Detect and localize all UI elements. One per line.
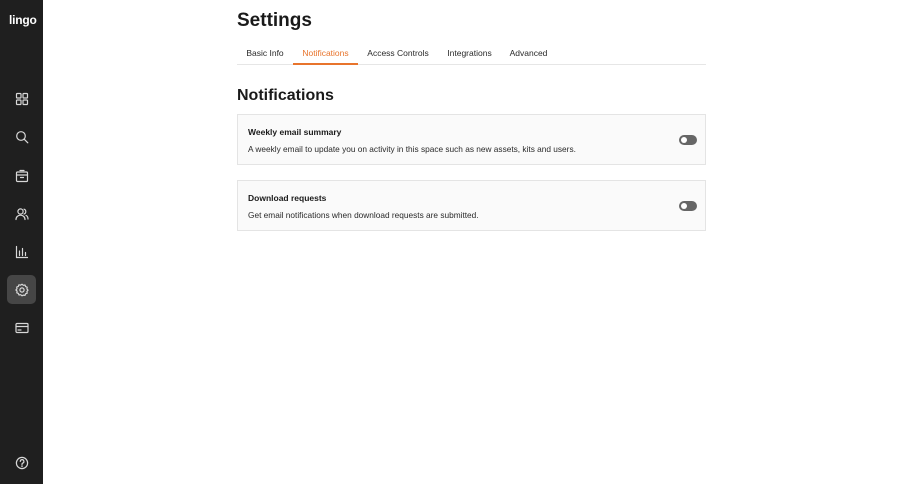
- notification-description: A weekly email to update you on activity…: [248, 144, 576, 154]
- credit-card-icon: [14, 322, 29, 333]
- users-icon: [14, 207, 29, 220]
- settings-tabs: Basic Info Notifications Access Controls…: [237, 42, 706, 65]
- sidebar-item-help[interactable]: [7, 448, 36, 477]
- sidebar-item-dashboard[interactable]: [7, 84, 36, 113]
- tab-notifications[interactable]: Notifications: [293, 42, 358, 65]
- notification-title: Weekly email summary: [248, 127, 342, 137]
- notification-card-weekly-summary: Weekly email summary A weekly email to u…: [237, 114, 706, 165]
- tab-access-controls[interactable]: Access Controls: [358, 42, 438, 65]
- grid-icon: [15, 92, 28, 105]
- notification-card-download-requests: Download requests Get email notification…: [237, 180, 706, 231]
- sidebar: lingo: [0, 0, 43, 484]
- sidebar-item-billing[interactable]: [7, 313, 36, 342]
- sidebar-item-kits[interactable]: [7, 161, 36, 190]
- toggle-knob: [681, 203, 687, 209]
- app-logo[interactable]: lingo: [9, 13, 37, 27]
- bar-chart-icon: [15, 245, 28, 258]
- sidebar-item-analytics[interactable]: [7, 237, 36, 266]
- search-icon: [15, 130, 28, 143]
- page-title: Settings: [237, 10, 312, 31]
- sidebar-item-users[interactable]: [7, 199, 36, 228]
- gear-icon: [14, 283, 29, 296]
- help-circle-icon: [15, 456, 28, 469]
- tab-integrations[interactable]: Integrations: [438, 42, 501, 65]
- tab-basic-info[interactable]: Basic Info: [237, 42, 293, 65]
- weekly-summary-toggle[interactable]: [679, 135, 697, 145]
- sidebar-item-settings[interactable]: [7, 275, 36, 304]
- toggle-knob: [681, 137, 687, 143]
- section-title: Notifications: [237, 87, 334, 104]
- sidebar-item-search[interactable]: [7, 122, 36, 151]
- box-icon: [15, 169, 28, 182]
- notification-title: Download requests: [248, 193, 327, 203]
- notification-description: Get email notifications when download re…: [248, 210, 479, 220]
- tab-advanced[interactable]: Advanced: [501, 42, 556, 65]
- download-requests-toggle[interactable]: [679, 201, 697, 211]
